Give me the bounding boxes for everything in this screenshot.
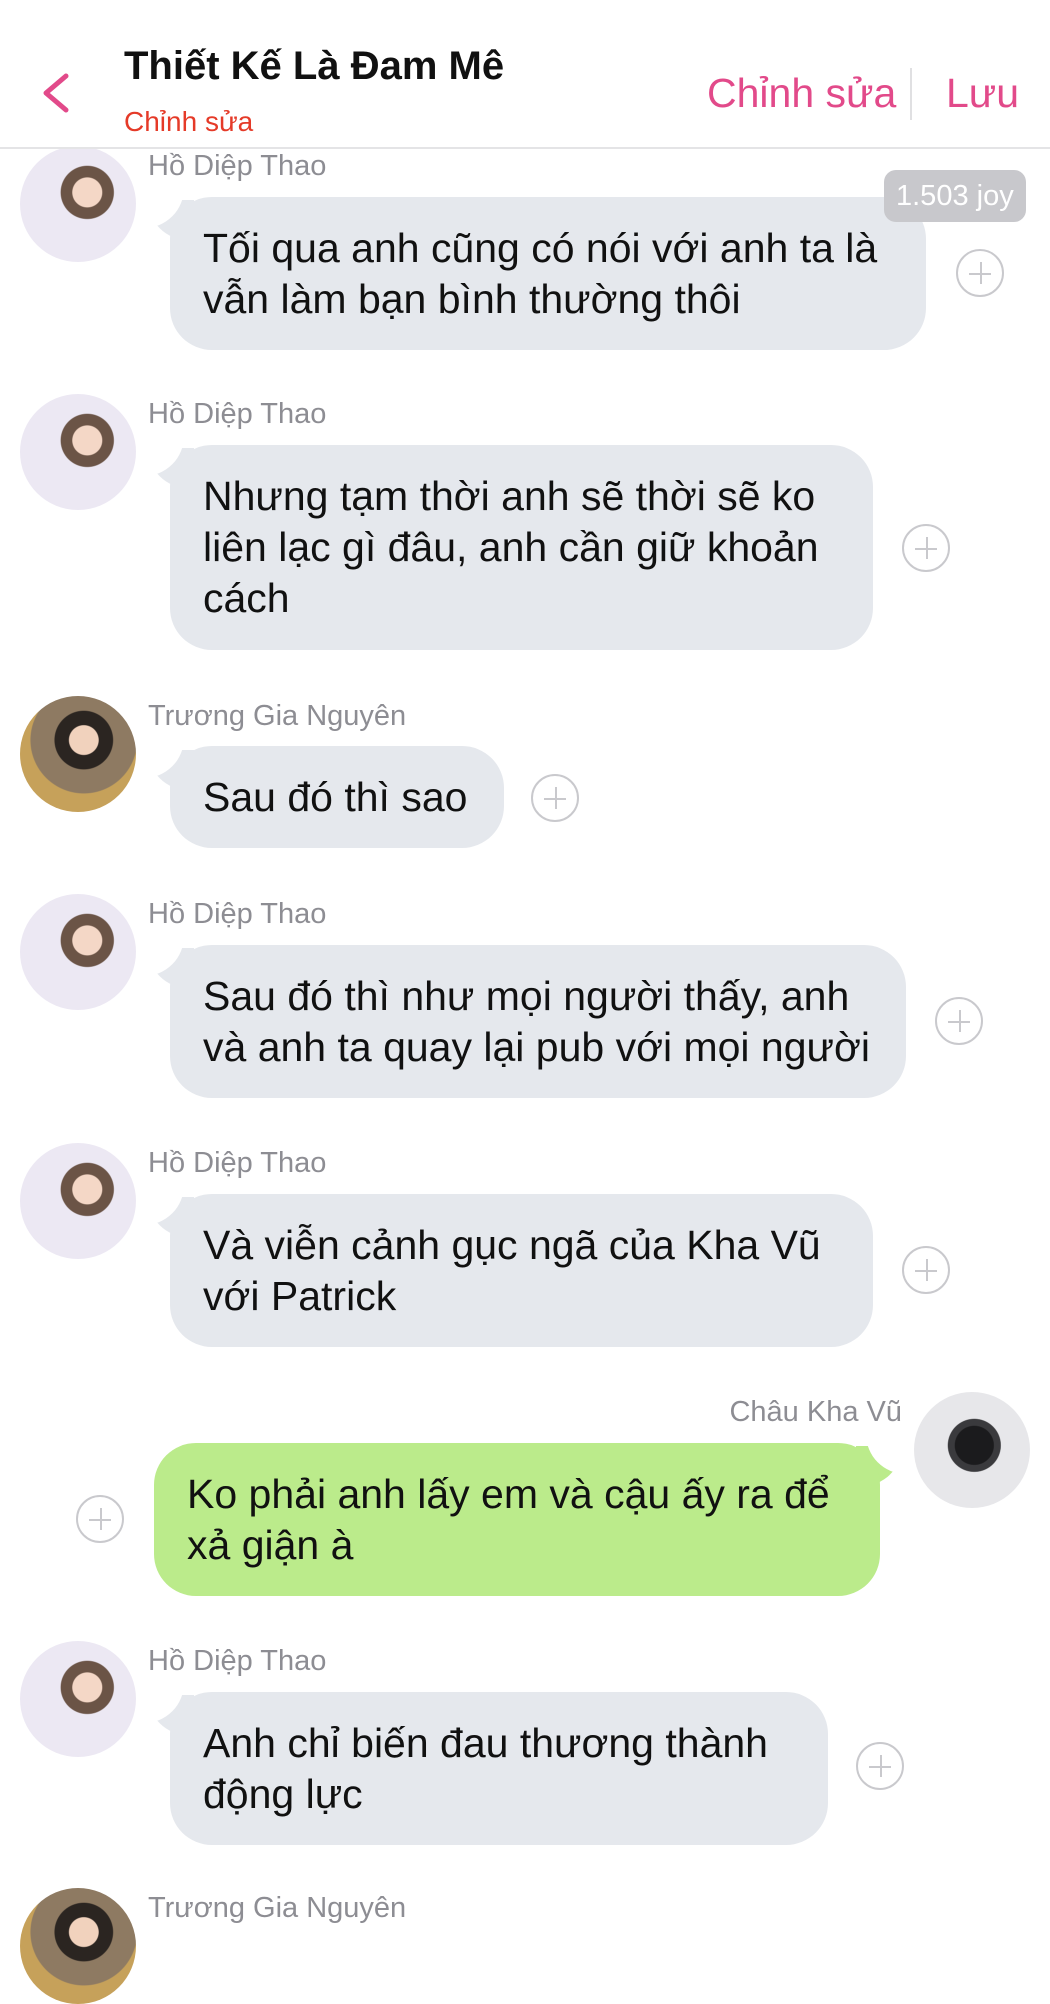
message-bubble[interactable]: Ko phải anh lấy em và cậu ấy ra để xả gi…	[154, 1443, 880, 1596]
message-bubble[interactable]: Nhưng tạm thời anh sẽ thời sẽ ko liên lạ…	[170, 445, 873, 650]
message-bubble[interactable]: Anh chỉ biến đau thương thành động lực	[170, 1692, 828, 1845]
avatar[interactable]	[20, 394, 136, 510]
message-bubble[interactable]: Sau đó thì như mọi người thấy, anh và an…	[170, 945, 906, 1098]
avatar[interactable]	[20, 146, 136, 262]
avatar[interactable]	[20, 696, 136, 812]
avatar[interactable]	[20, 1143, 136, 1259]
add-reaction-button[interactable]	[856, 1742, 904, 1790]
sender-name: Hồ Diệp Thao	[148, 398, 327, 430]
sender-name: Châu Kha Vũ	[729, 1396, 902, 1428]
back-chevron-icon[interactable]	[38, 70, 72, 116]
add-reaction-button[interactable]	[935, 997, 983, 1045]
add-reaction-button[interactable]	[902, 1246, 950, 1294]
save-button[interactable]: Lưu	[946, 68, 1019, 118]
chat-subtitle: Chỉnh sửa	[124, 106, 254, 137]
add-reaction-button[interactable]	[902, 524, 950, 572]
header-divider	[910, 68, 912, 120]
avatar[interactable]	[20, 1888, 136, 2004]
sender-name: Hồ Diệp Thao	[148, 150, 327, 182]
sender-name: Hồ Diệp Thao	[148, 1147, 327, 1179]
add-reaction-button[interactable]	[531, 774, 579, 822]
add-reaction-button[interactable]	[956, 249, 1004, 297]
avatar[interactable]	[914, 1392, 1030, 1508]
sender-name: Hồ Diệp Thao	[148, 898, 327, 930]
avatar[interactable]	[20, 894, 136, 1010]
message-bubble[interactable]: Sau đó thì sao	[170, 746, 504, 848]
message-bubble[interactable]: Tối qua anh cũng có nói với anh ta là vẫ…	[170, 197, 926, 350]
chat-header: Thiết Kế Là Đam Mê Chỉnh sửa Chỉnh sửa L…	[0, 0, 1050, 149]
avatar[interactable]	[20, 1641, 136, 1757]
chat-title: Thiết Kế Là Đam Mê	[124, 44, 505, 88]
sender-name: Trương Gia Nguyên	[148, 700, 407, 732]
joy-badge: 1.503 joy	[884, 170, 1026, 222]
add-reaction-button[interactable]	[76, 1495, 124, 1543]
sender-name: Trương Gia Nguyên	[148, 1892, 407, 1924]
edit-button[interactable]: Chỉnh sửa	[707, 68, 896, 118]
sender-name: Hồ Diệp Thao	[148, 1645, 327, 1677]
message-bubble[interactable]: Và viễn cảnh gục ngã của Kha Vũ với Patr…	[170, 1194, 873, 1347]
